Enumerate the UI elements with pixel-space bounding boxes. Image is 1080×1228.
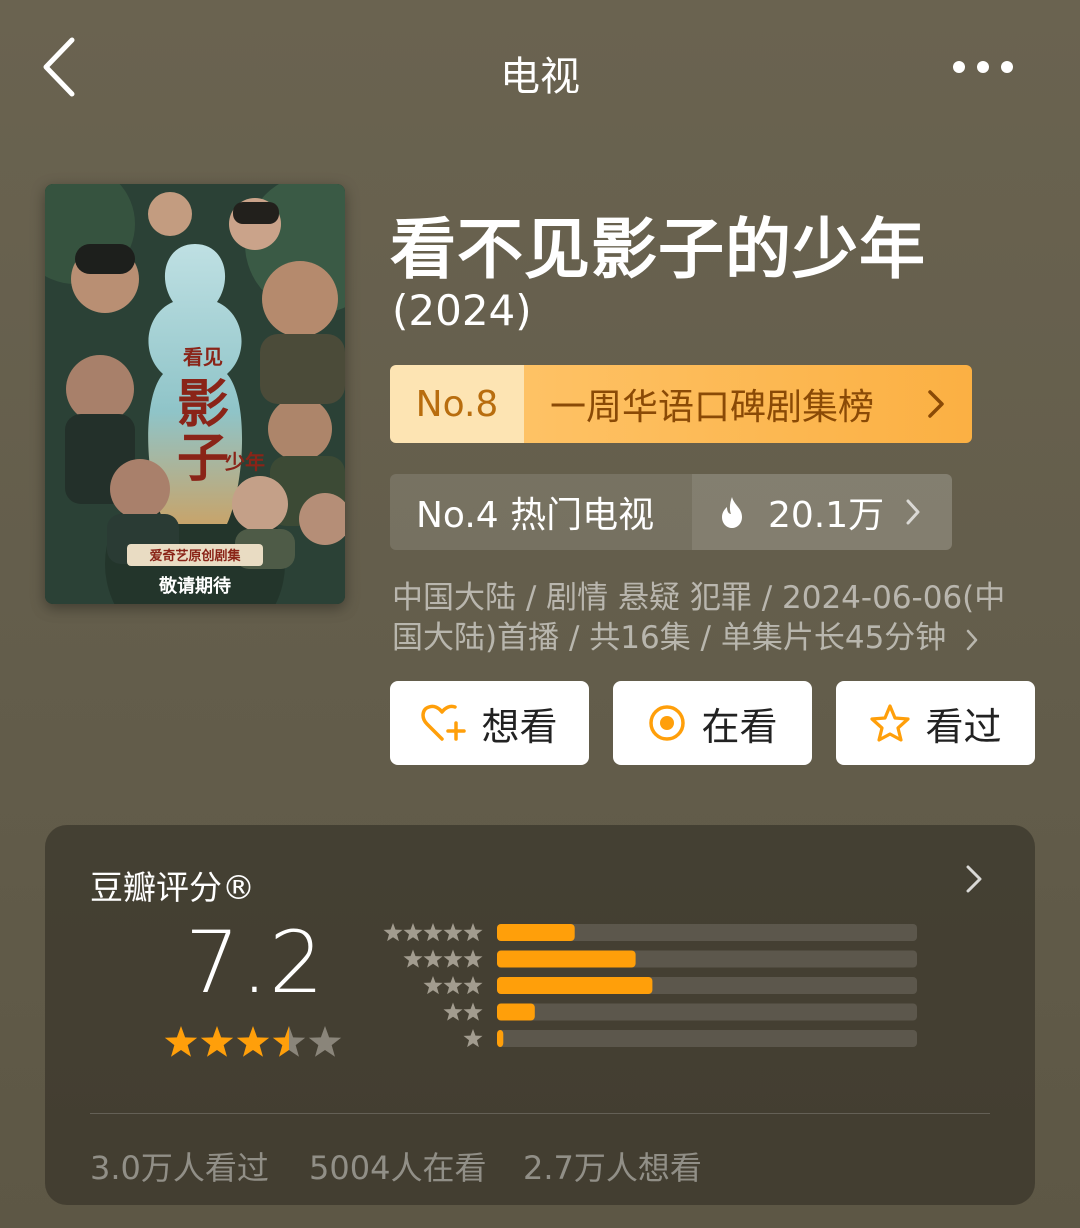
more-icon (953, 61, 1013, 73)
hot-count-value: 20.1万 (768, 495, 885, 536)
rating-star (272, 1026, 306, 1057)
svg-text:看见: 看见 (183, 345, 223, 369)
histogram-star (423, 949, 443, 968)
want-to-watch-label: 想看 (481, 704, 558, 749)
chevron-right-icon (928, 390, 944, 418)
svg-text:影: 影 (177, 374, 229, 435)
histogram-star (403, 923, 423, 942)
page-title: 电视 (500, 54, 580, 100)
histogram-star (443, 976, 463, 995)
svg-text:敬请期待: 敬请期待 (158, 575, 231, 597)
star-outline-icon (870, 704, 911, 742)
rating-score: 7.2 (185, 913, 325, 1013)
svg-text:少年: 少年 (224, 450, 265, 474)
hot-rank-number: No.4 热门电视 (390, 474, 692, 550)
histogram-star (443, 949, 463, 968)
histogram-bar (497, 977, 653, 994)
histogram-bar (497, 950, 636, 968)
target-icon (649, 705, 686, 741)
histogram-star (463, 923, 483, 942)
divider (90, 1113, 990, 1114)
rating-star (200, 1026, 234, 1057)
more-button[interactable] (946, 52, 1026, 82)
info-line-1: 中国大陆 / 剧情 悬疑 犯罪 / 2024-06-06(中 (392, 580, 1006, 616)
chevron-right-icon (966, 629, 978, 650)
rank-list-link-hot[interactable]: No.4 热门电视 20.1万 (390, 474, 952, 550)
show-info[interactable]: 中国大陆 / 剧情 悬疑 犯罪 / 2024-06-06(中 国大陆)首播 / … (392, 578, 1042, 658)
svg-text:子: 子 (177, 428, 229, 489)
watching-count: 5004人在看 (309, 1149, 487, 1187)
info-line-2: 国大陆)首播 / 共16集 / 单集片长45分钟 (392, 618, 1042, 658)
rating-star (236, 1026, 270, 1057)
rating-star (164, 1026, 198, 1057)
navigation-bar: 电视 (0, 0, 1080, 135)
poster-image[interactable]: 看见 影 子 少年 爱奇艺原创剧集 敬请期待 (45, 184, 345, 604)
heart-plus-icon (421, 704, 467, 741)
histogram-track (497, 1003, 917, 1021)
rating-distribution (383, 923, 917, 1048)
rating-stars (164, 1026, 342, 1057)
histogram-bar (497, 924, 575, 941)
watching-label: 在看 (701, 704, 778, 749)
chevron-right-icon (966, 865, 982, 893)
rank-list-label: 一周华语口碑剧集榜 (550, 387, 875, 428)
rating-title: 豆瓣评分® (90, 868, 255, 907)
histogram-star (463, 1029, 483, 1048)
show-year: (2024) (392, 286, 532, 335)
histogram-star (383, 923, 403, 942)
histogram-star (403, 949, 423, 968)
info-line-2-text: 国大陆)首播 / 共16集 / 单集片长45分钟 (392, 620, 947, 656)
flame-icon (722, 497, 742, 528)
histogram-star (443, 1002, 463, 1021)
chevron-right-icon (906, 499, 920, 525)
rank-list-link-weekly[interactable]: No.8 一周华语口碑剧集榜 (390, 365, 972, 443)
histogram-star (423, 976, 443, 995)
rank-list-name: 一周华语口碑剧集榜 (524, 365, 972, 443)
rating-star (308, 1026, 342, 1057)
rank-number: No.8 (390, 365, 524, 443)
histogram-star (463, 949, 483, 968)
want-to-watch-button[interactable]: 想看 (390, 681, 589, 765)
histogram-bar (497, 1003, 535, 1021)
rating-card[interactable]: 豆瓣评分® 7.2 3.0万人看过 5004人在看 2.7万人想看 (45, 825, 1035, 1205)
show-title: 看不见影子的少年 (390, 211, 926, 288)
poster-art: 看见 影 子 少年 爱奇艺原创剧集 敬请期待 (45, 184, 345, 604)
watched-label: 看过 (925, 704, 1002, 749)
watched-count: 3.0万人看过 (90, 1149, 269, 1187)
histogram-star (443, 923, 463, 942)
histogram-bar (497, 1030, 504, 1047)
histogram-track (497, 1030, 917, 1047)
hot-count: 20.1万 (692, 474, 952, 550)
svg-text:爱奇艺原创剧集: 爱奇艺原创剧集 (149, 548, 241, 564)
want-count: 2.7万人想看 (523, 1149, 702, 1187)
watched-button[interactable]: 看过 (836, 681, 1035, 765)
watching-button[interactable]: 在看 (613, 681, 812, 765)
histogram-star (463, 976, 483, 995)
histogram-star (423, 923, 443, 942)
histogram-star (463, 1002, 483, 1021)
